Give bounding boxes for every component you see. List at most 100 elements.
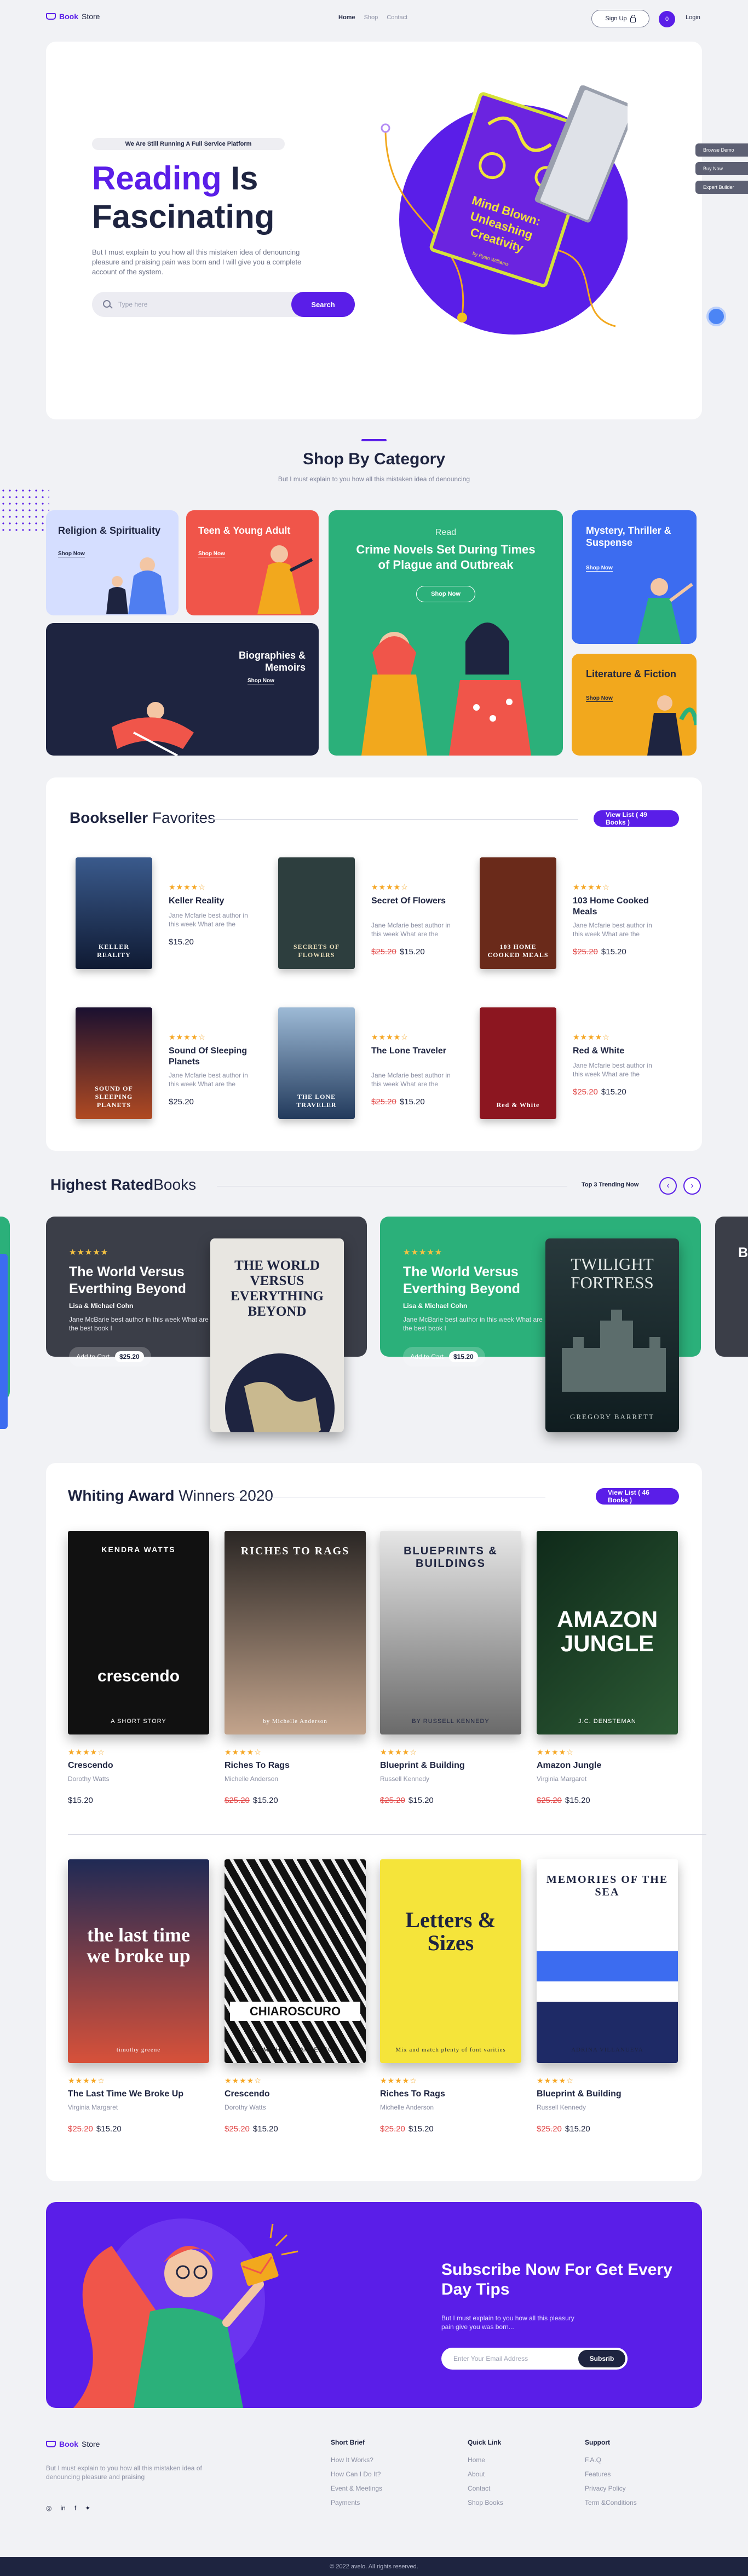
footer-link[interactable]: About bbox=[468, 2470, 503, 2478]
book-cover[interactable]: AMAZON JUNGLE J.C. DENSTEMAN bbox=[537, 1531, 678, 1734]
award-book-item[interactable]: CHIAROSCURO BY MICHELLE ANDERSON ★★★★☆ Cres… bbox=[225, 1859, 366, 2166]
footer-link[interactable]: Privacy Policy bbox=[585, 2485, 637, 2492]
category-crime-novels[interactable]: Read Crime Novels Set During Times of Pl… bbox=[329, 510, 563, 756]
book-cover[interactable]: CHIAROSCURO BY MICHELLE ANDERSON bbox=[225, 1859, 366, 2063]
book-title[interactable]: Blueprint & Building bbox=[380, 1761, 465, 1771]
footer-link[interactable]: Home bbox=[468, 2456, 503, 2464]
award-book-item[interactable]: MEMORIES OF THE SEA ADRINA VILLANUEVA ★★★★… bbox=[537, 1859, 678, 2166]
twitter-icon[interactable]: ✦ bbox=[85, 2504, 90, 2512]
expert-builder-button[interactable]: Expert Builder bbox=[695, 181, 748, 194]
decorative-dots bbox=[0, 487, 49, 531]
footer-link[interactable]: Event & Meetings bbox=[331, 2485, 382, 2492]
rating-stars: ★★★★☆ bbox=[225, 2076, 262, 2085]
footer-link[interactable]: Features bbox=[585, 2470, 637, 2478]
book-cover[interactable]: Red & White bbox=[480, 1007, 556, 1119]
book-title[interactable]: The Last Time We Broke Up bbox=[68, 2089, 183, 2099]
highest-rated-cover-2[interactable]: TWILIGHT FORTRESS GREGORY BARRETT bbox=[545, 1238, 679, 1432]
email-field[interactable] bbox=[453, 2348, 563, 2370]
book-cover[interactable]: KELLER REALITY bbox=[76, 857, 152, 969]
category-biographies[interactable]: Biographies & Memoirs Shop Now bbox=[46, 623, 319, 756]
cover-title: THE WORLD VERSUS EVERYTHING BEYOND bbox=[231, 1258, 324, 1319]
footer-link[interactable]: Contact bbox=[468, 2485, 503, 2492]
category-teen[interactable]: Teen & Young Adult Shop Now bbox=[186, 510, 319, 615]
book-title[interactable]: 103 Home Cooked Meals bbox=[573, 896, 660, 918]
subscribe-button[interactable]: Subsrib bbox=[578, 2350, 625, 2367]
carousel-next-button[interactable]: › bbox=[683, 1177, 701, 1195]
footer-link[interactable]: How Can I Do It? bbox=[331, 2470, 382, 2478]
bestseller-item[interactable]: SECRETS OF FLOWERS ★★★★☆ Secret Of Flowers… bbox=[278, 857, 464, 972]
book-title[interactable]: Riches To Rags bbox=[380, 2089, 445, 2099]
book-cover[interactable]: THE LONE TRAVELER bbox=[278, 1007, 355, 1119]
book-cover[interactable]: KENDRA WATTS crescendo A SHORT STORY bbox=[68, 1531, 209, 1734]
signup-button[interactable]: Sign Up bbox=[591, 10, 649, 27]
search-button[interactable]: Search bbox=[291, 292, 355, 317]
award-book-item[interactable]: the last time we broke up timothy greene ★… bbox=[68, 1859, 209, 2166]
book-title[interactable]: Secret Of Flowers bbox=[371, 896, 459, 907]
nav-link-home[interactable]: Home bbox=[338, 14, 355, 21]
book-title[interactable]: Crescendo bbox=[68, 1761, 113, 1771]
rating-stars: ★★★★☆ bbox=[537, 2076, 574, 2085]
footer-link[interactable]: Shop Books bbox=[468, 2499, 503, 2506]
bestseller-item[interactable]: Red & White ★★★★☆ Red & White Jane Mcfarie … bbox=[480, 1007, 666, 1122]
book-title[interactable]: Sound Of Sleeping Planets bbox=[169, 1046, 256, 1068]
bestseller-view-all-button[interactable]: View List ( 49 Books ) bbox=[594, 810, 679, 827]
instagram-icon[interactable]: ◎ bbox=[46, 2504, 51, 2512]
book-title[interactable]: The Lone Traveler bbox=[371, 1046, 459, 1057]
footer-logo[interactable]: Book Store bbox=[46, 2440, 100, 2448]
linkedin-icon[interactable]: in bbox=[60, 2504, 65, 2512]
current-price: $15.20 bbox=[601, 947, 626, 956]
shop-now-link: Shop Now bbox=[198, 551, 225, 557]
carousel-prev-button[interactable]: ‹ bbox=[659, 1177, 677, 1195]
bestseller-item[interactable]: THE LONE TRAVELER ★★★★☆ The Lone Traveler J… bbox=[278, 1007, 464, 1122]
book-cover[interactable]: SECRETS OF FLOWERS bbox=[278, 857, 355, 969]
award-book-item[interactable]: KENDRA WATTS crescendo A SHORT STORY ★★★★☆ C… bbox=[68, 1531, 209, 1837]
nav-link-shop[interactable]: Shop bbox=[364, 14, 378, 21]
book-title[interactable]: Crescendo bbox=[225, 2089, 270, 2099]
nav-link-contact[interactable]: Contact bbox=[387, 14, 407, 21]
add-to-cart-button[interactable]: Add to Cart $15.20 bbox=[403, 1347, 485, 1367]
cover-author-text: ADRINA VILLANUEVA bbox=[571, 2047, 643, 2053]
hero-title-rest: Is bbox=[221, 160, 258, 197]
login-link[interactable]: Login bbox=[686, 14, 700, 21]
category-religion[interactable]: Religion & Spirituality Shop Now bbox=[46, 510, 179, 615]
footer-link[interactable]: How It Works? bbox=[331, 2456, 382, 2464]
chat-bubble-icon[interactable] bbox=[706, 307, 726, 326]
brand-name-part2: Store bbox=[82, 2440, 100, 2448]
add-to-cart-button[interactable]: Add to Cart $25.20 bbox=[69, 1347, 151, 1367]
bestseller-item[interactable]: KELLER REALITY ★★★★☆ Keller Reality Jane Mc… bbox=[76, 857, 262, 972]
category-mystery[interactable]: Mystery, Thriller & Suspense Shop Now bbox=[572, 510, 697, 644]
award-book-item[interactable]: AMAZON JUNGLE J.C. DENSTEMAN ★★★★☆ Amazon J… bbox=[537, 1531, 678, 1837]
book-title[interactable]: Red & White bbox=[573, 1046, 660, 1057]
book-cover[interactable]: BLUEPRINTS & BUILDINGS BY RUSSELL KENNEDY bbox=[380, 1531, 521, 1734]
book-title[interactable]: Blueprint & Building bbox=[537, 2089, 622, 2099]
book-cover[interactable]: the last time we broke up timothy greene bbox=[68, 1859, 209, 2063]
buy-now-button[interactable]: Buy Now bbox=[695, 162, 748, 175]
browse-demo-button[interactable]: Browse Demo bbox=[695, 143, 748, 157]
book-cover[interactable]: RICHES TO RAGS by Michelle Anderson bbox=[225, 1531, 366, 1734]
book-description: Jane Mcfarie best author in this week Wh… bbox=[169, 1071, 248, 1088]
book-cover[interactable]: MEMORIES OF THE SEA ADRINA VILLANUEVA bbox=[537, 1859, 678, 2063]
book-title[interactable]: Riches To Rags bbox=[225, 1761, 290, 1771]
footer-link[interactable]: Term &Conditions bbox=[585, 2499, 637, 2506]
brand-logo[interactable]: Book Store bbox=[46, 12, 100, 21]
book-title[interactable]: Keller Reality bbox=[169, 896, 256, 907]
book-cover[interactable]: 103 HOME COOKED MEALS bbox=[480, 857, 556, 969]
cart-button[interactable]: 0 bbox=[659, 11, 675, 27]
highest-rated-cover-1[interactable]: THE WORLD VERSUS EVERYTHING BEYOND bbox=[210, 1238, 344, 1432]
awards-view-all-button[interactable]: View List ( 46 Books ) bbox=[596, 1488, 679, 1505]
award-book-item[interactable]: BLUEPRINTS & BUILDINGS BY RUSSELL KENNEDY… bbox=[380, 1531, 521, 1837]
bestseller-item[interactable]: 103 HOME COOKED MEALS ★★★★☆ 103 Home Cooke… bbox=[480, 857, 666, 972]
footer-link[interactable]: Payments bbox=[331, 2499, 382, 2506]
facebook-icon[interactable]: f bbox=[74, 2504, 76, 2512]
footer-link[interactable]: F.A.Q bbox=[585, 2456, 637, 2464]
award-book-item[interactable]: Letters & Sizes Mix and match plenty of f… bbox=[380, 1859, 521, 2166]
category-literature[interactable]: Literature & Fiction Shop Now bbox=[572, 654, 697, 756]
main-menu: Home Shop Contact bbox=[338, 14, 407, 21]
hero-title-line2: Fascinating bbox=[92, 198, 275, 235]
award-book-item[interactable]: RICHES TO RAGS by Michelle Anderson ★★★★☆ R… bbox=[225, 1531, 366, 1837]
search-input[interactable] bbox=[118, 292, 283, 317]
book-cover[interactable]: SOUND OF SLEEPING PLANETS bbox=[76, 1007, 152, 1119]
bestseller-item[interactable]: SOUND OF SLEEPING PLANETS ★★★★☆ Sound Of S… bbox=[76, 1007, 262, 1122]
book-title[interactable]: Amazon Jungle bbox=[537, 1761, 601, 1771]
book-cover[interactable]: Letters & Sizes Mix and match plenty of f… bbox=[380, 1859, 521, 2063]
